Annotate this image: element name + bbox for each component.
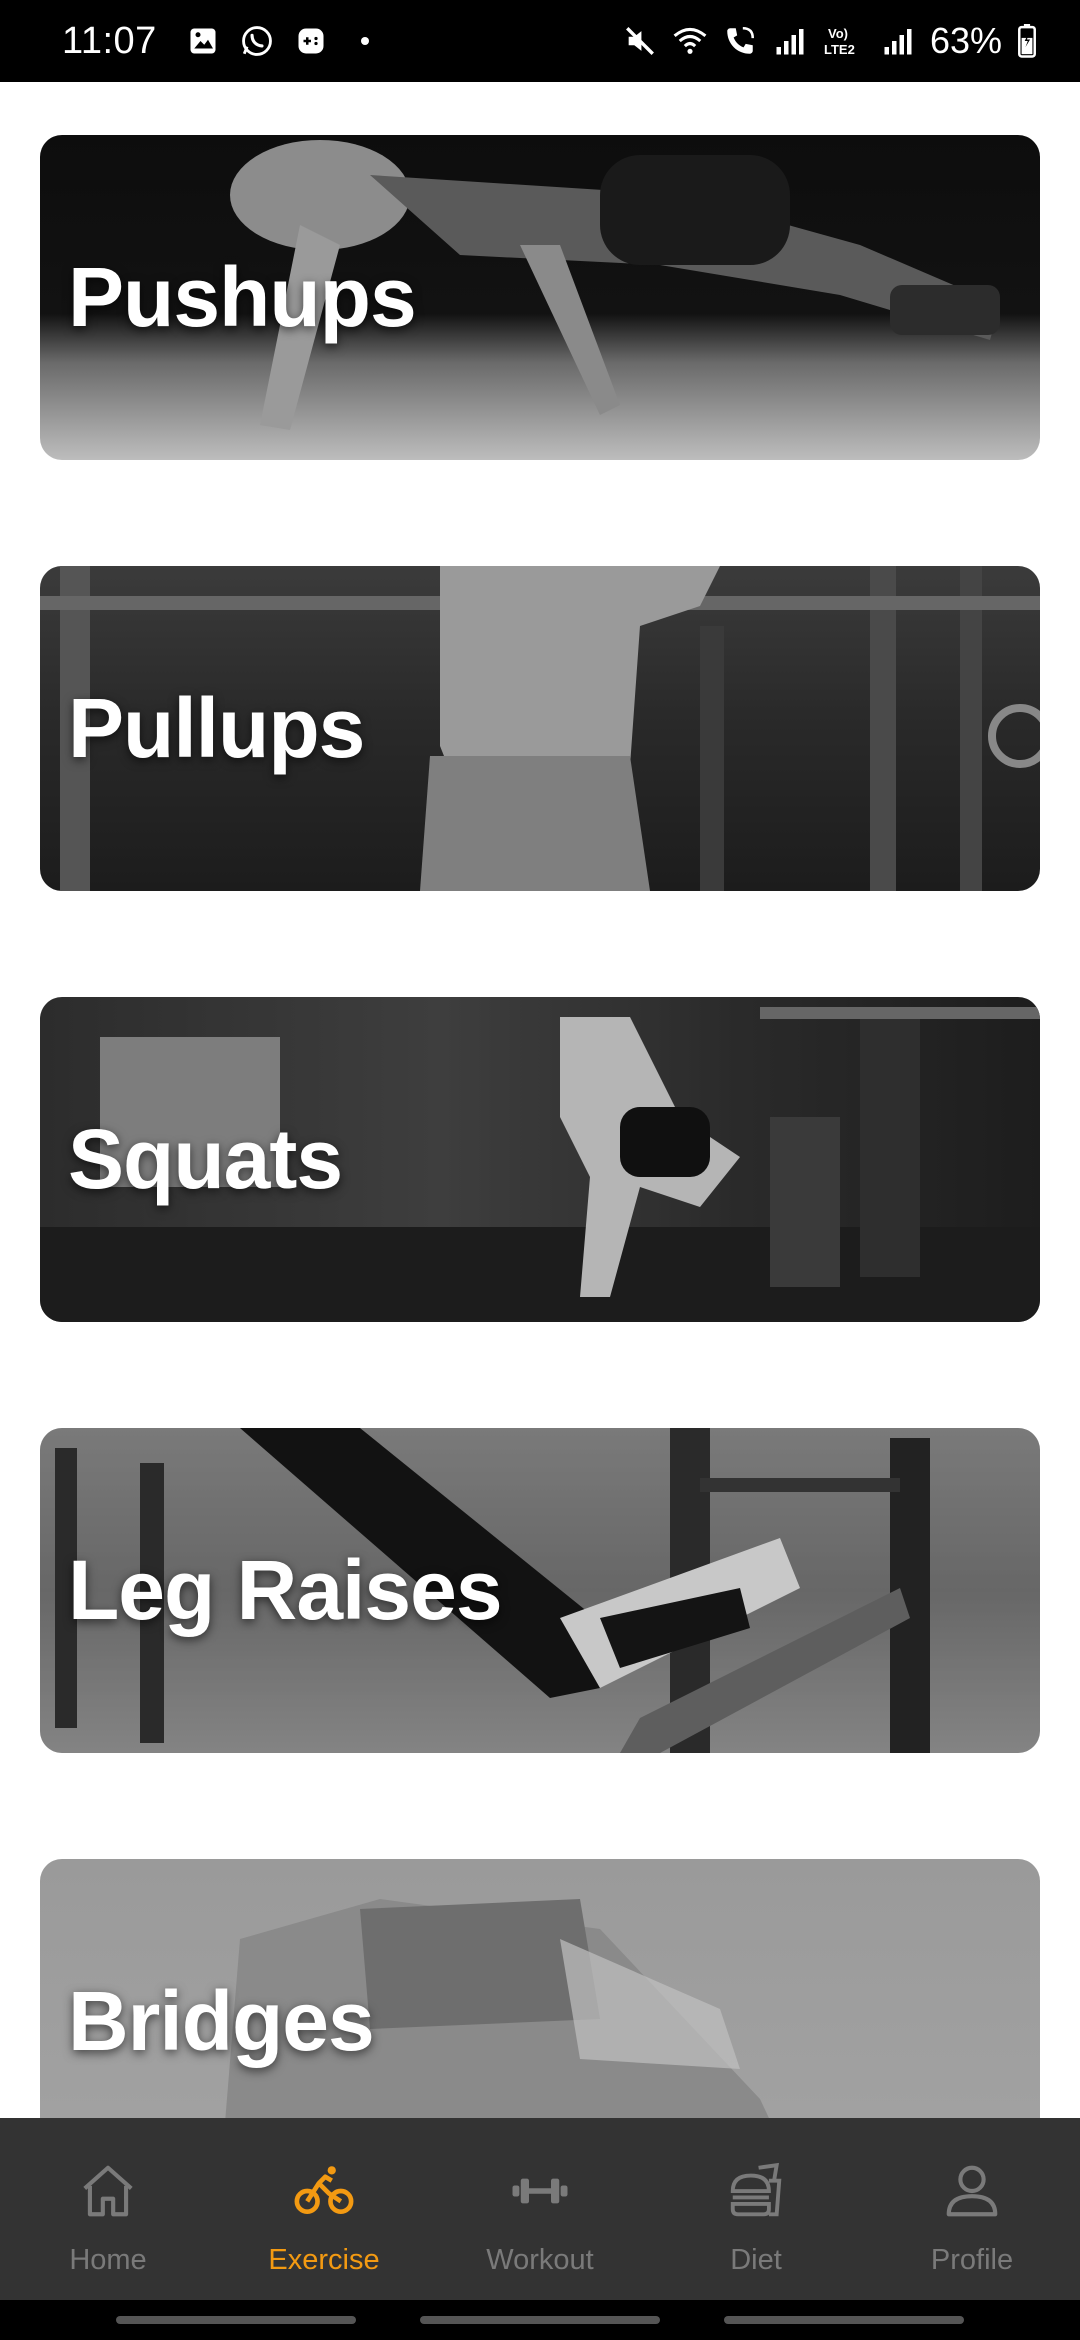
bottom-navigation: Home Exercise Workout Diet Profile bbox=[0, 2118, 1080, 2300]
gesture-handle[interactable] bbox=[420, 2316, 660, 2324]
gallery-icon bbox=[185, 23, 221, 59]
nav-exercise[interactable]: Exercise bbox=[216, 2158, 432, 2277]
nav-label: Exercise bbox=[268, 2244, 380, 2276]
nav-workout[interactable]: Workout bbox=[432, 2158, 648, 2277]
whatsapp-icon bbox=[239, 23, 275, 59]
exercise-card-squats[interactable]: Squats bbox=[40, 997, 1040, 1322]
signal-icon bbox=[772, 23, 808, 59]
dot-icon bbox=[347, 23, 383, 59]
exercise-title: Pullups bbox=[68, 681, 365, 775]
gesture-navigation-bar bbox=[0, 2300, 1080, 2340]
signal-icon bbox=[880, 23, 916, 59]
notification-icons bbox=[185, 23, 383, 59]
exercise-card-bridges[interactable]: Bridges bbox=[40, 1859, 1040, 2118]
exercise-card-leg-raises[interactable]: Leg Raises bbox=[40, 1428, 1040, 1753]
svg-text:LTE2: LTE2 bbox=[824, 42, 855, 57]
bicycle-icon bbox=[291, 2158, 357, 2224]
wifi-calling-icon bbox=[722, 23, 758, 59]
exercise-list[interactable]: Pushups Pullups Squats Leg Raises Bridge… bbox=[0, 82, 1080, 2118]
gesture-handle[interactable] bbox=[724, 2316, 964, 2324]
mute-icon bbox=[622, 23, 658, 59]
user-icon bbox=[939, 2158, 1005, 2224]
nav-label: Diet bbox=[730, 2244, 782, 2276]
exercise-title: Pushups bbox=[68, 250, 417, 344]
nav-label: Workout bbox=[486, 2244, 594, 2276]
exercise-title: Squats bbox=[68, 1112, 343, 1206]
status-time: 11:07 bbox=[62, 19, 157, 62]
nav-label: Home bbox=[69, 2244, 147, 2276]
game-icon bbox=[293, 23, 329, 59]
exercise-title: Leg Raises bbox=[68, 1543, 503, 1637]
nav-label: Profile bbox=[930, 2244, 1014, 2276]
wifi-icon bbox=[672, 23, 708, 59]
exercise-card-pushups[interactable]: Pushups bbox=[40, 135, 1040, 460]
status-bar: 11:07 Vo) LTE2 63% bbox=[0, 0, 1080, 82]
dumbbell-icon bbox=[507, 2158, 573, 2224]
gesture-handle[interactable] bbox=[116, 2316, 356, 2324]
nav-diet[interactable]: Diet bbox=[648, 2158, 864, 2277]
food-icon bbox=[723, 2158, 789, 2224]
battery-percentage: 63% bbox=[929, 20, 1002, 61]
exercise-card-pullups[interactable]: Pullups bbox=[40, 566, 1040, 891]
battery-icon bbox=[1016, 23, 1038, 59]
home-icon bbox=[75, 2158, 141, 2224]
svg-text:Vo): Vo) bbox=[828, 26, 848, 41]
exercise-title: Bridges bbox=[68, 1974, 375, 2068]
system-icons: Vo) LTE2 63% bbox=[622, 20, 1038, 62]
nav-home[interactable]: Home bbox=[0, 2158, 216, 2277]
nav-profile[interactable]: Profile bbox=[864, 2158, 1080, 2277]
volte-icon: Vo) LTE2 bbox=[822, 23, 866, 59]
